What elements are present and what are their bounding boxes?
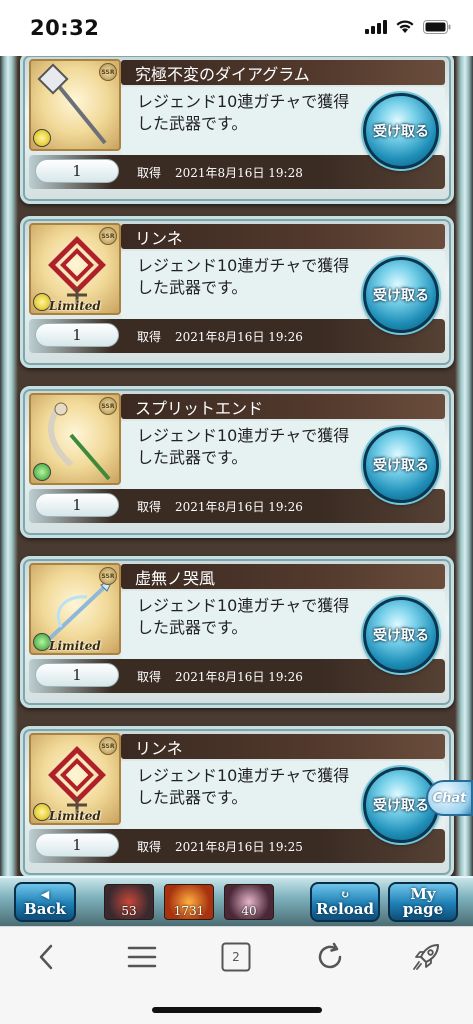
mypage-label-bottom: page [402,900,444,918]
quantity-field: 1 [35,493,119,517]
orb-counter-3-value: 40 [241,904,257,918]
rarity-badge: SSR [99,227,117,245]
receive-label: 受け取る [373,798,429,814]
orb-counter-3[interactable]: 40 [224,884,274,920]
status-bar: 20:32 [0,0,473,56]
home-indicator [152,1007,322,1013]
receive-button[interactable]: 受け取る [363,597,439,673]
limited-badge: Limited [49,809,101,823]
weapon-thumbnail[interactable]: SSR Limited [29,223,121,315]
chat-label: Chat [432,790,467,806]
bookmarks-icon [127,946,157,968]
orb-counter-1[interactable]: 53 [104,884,154,920]
receive-button[interactable]: 受け取る [363,427,439,503]
receive-label: 受け取る [373,288,429,304]
quantity-field: 1 [35,833,119,857]
reload-label: Reload [316,900,374,918]
battery-icon [423,19,451,34]
item-description: レジェンド10連ガチャで獲得した武器です。 [137,426,350,467]
tab-count: 2 [232,950,240,964]
item-description: レジェンド10連ガチャで獲得した武器です。 [137,766,350,807]
weapon-thumbnail[interactable]: SSR Limited [29,733,121,825]
obtained-label: 取得 [137,840,162,854]
cellular-signal-icon [365,19,387,34]
rarity-badge: SSR [99,397,117,415]
tabs-button[interactable]: 2 [216,939,256,975]
status-icons [365,19,451,34]
present-card: SSR 究極不変のダイアグラム レジェンド10連ガチャで獲得した武器です。 1 … [20,56,454,204]
bookmarks-button[interactable] [122,939,162,975]
reload-button[interactable]: ↻ Reload [310,882,380,922]
orb-counter-2[interactable]: 1731 [164,884,214,920]
browser-back-button[interactable] [26,939,66,975]
rocket-icon [413,944,439,970]
obtained-label: 取得 [137,330,162,344]
limited-badge: Limited [49,299,101,313]
rarity-badge: SSR [99,737,117,755]
present-card: SSR スプリットエンド レジェンド10連ガチャで獲得した武器です。 1 取得 … [20,386,454,538]
mypage-button[interactable]: My page [388,882,458,922]
reload-icon [318,942,342,969]
receive-label: 受け取る [373,628,429,644]
obtained-label: 取得 [137,166,162,180]
back-chevron-icon [39,944,53,970]
obtained-date: 2021年8月16日 19:26 [175,330,303,344]
orb-counter-2-value: 1731 [173,904,205,918]
status-time: 20:32 [30,16,100,40]
item-title: リンネ [135,739,183,758]
item-description: レジェンド10連ガチャで獲得した武器です。 [137,256,350,297]
item-description: レジェンド10連ガチャで獲得した武器です。 [137,596,350,637]
chat-button[interactable]: Chat [426,780,473,816]
present-card: SSR Limited リンネ レジェンド10連ガチャで獲得した武器です。 1 … [20,216,454,368]
quantity-field: 1 [35,663,119,687]
wifi-icon [396,20,414,33]
item-title: スプリットエンド [135,399,264,418]
obtained-date: 2021年8月16日 19:28 [175,166,303,180]
item-title: リンネ [135,229,183,248]
orb-counter-1-value: 53 [121,904,137,918]
obtained-date: 2021年8月16日 19:26 [175,500,303,514]
element-light-icon [33,129,51,147]
game-nav-bar: ◀ Back 53 1731 40 ↻ Reload My page [0,876,473,926]
limited-badge: Limited [49,639,101,653]
present-card: SSR Limited 虚無ノ哭風 レジェンド10連ガチャで獲得した武器です。 … [20,556,454,708]
back-button[interactable]: ◀ Back [14,882,76,922]
receive-label: 受け取る [373,458,429,474]
weapon-thumbnail[interactable]: SSR Limited [29,563,121,655]
quantity-field: 1 [35,323,119,347]
obtained-label: 取得 [137,670,162,684]
obtained-date: 2021年8月16日 19:26 [175,670,303,684]
weapon-thumbnail[interactable]: SSR [29,59,121,151]
obtained-date: 2021年8月16日 19:25 [175,840,303,854]
item-description: レジェンド10連ガチャで獲得した武器です。 [137,92,350,133]
rocket-button[interactable] [406,939,446,975]
weapon-thumbnail[interactable]: SSR [29,393,121,485]
back-label: Back [24,900,66,918]
present-card: SSR Limited リンネ レジェンド10連ガチャで獲得した武器です。 1 … [20,726,454,878]
game-viewport: SSR 究極不変のダイアグラム レジェンド10連ガチャで獲得した武器です。 1 … [0,56,473,926]
obtained-label: 取得 [137,500,162,514]
rarity-badge: SSR [99,63,117,81]
item-title: 虚無ノ哭風 [135,569,216,588]
receive-button[interactable]: 受け取る [363,93,439,169]
quantity-field: 1 [35,159,119,183]
receive-button[interactable]: 受け取る [363,257,439,333]
rarity-badge: SSR [99,567,117,585]
item-title: 究極不変のダイアグラム [135,65,310,84]
element-wind-icon [33,463,51,481]
receive-label: 受け取る [373,124,429,140]
browser-reload-button[interactable] [310,939,350,975]
